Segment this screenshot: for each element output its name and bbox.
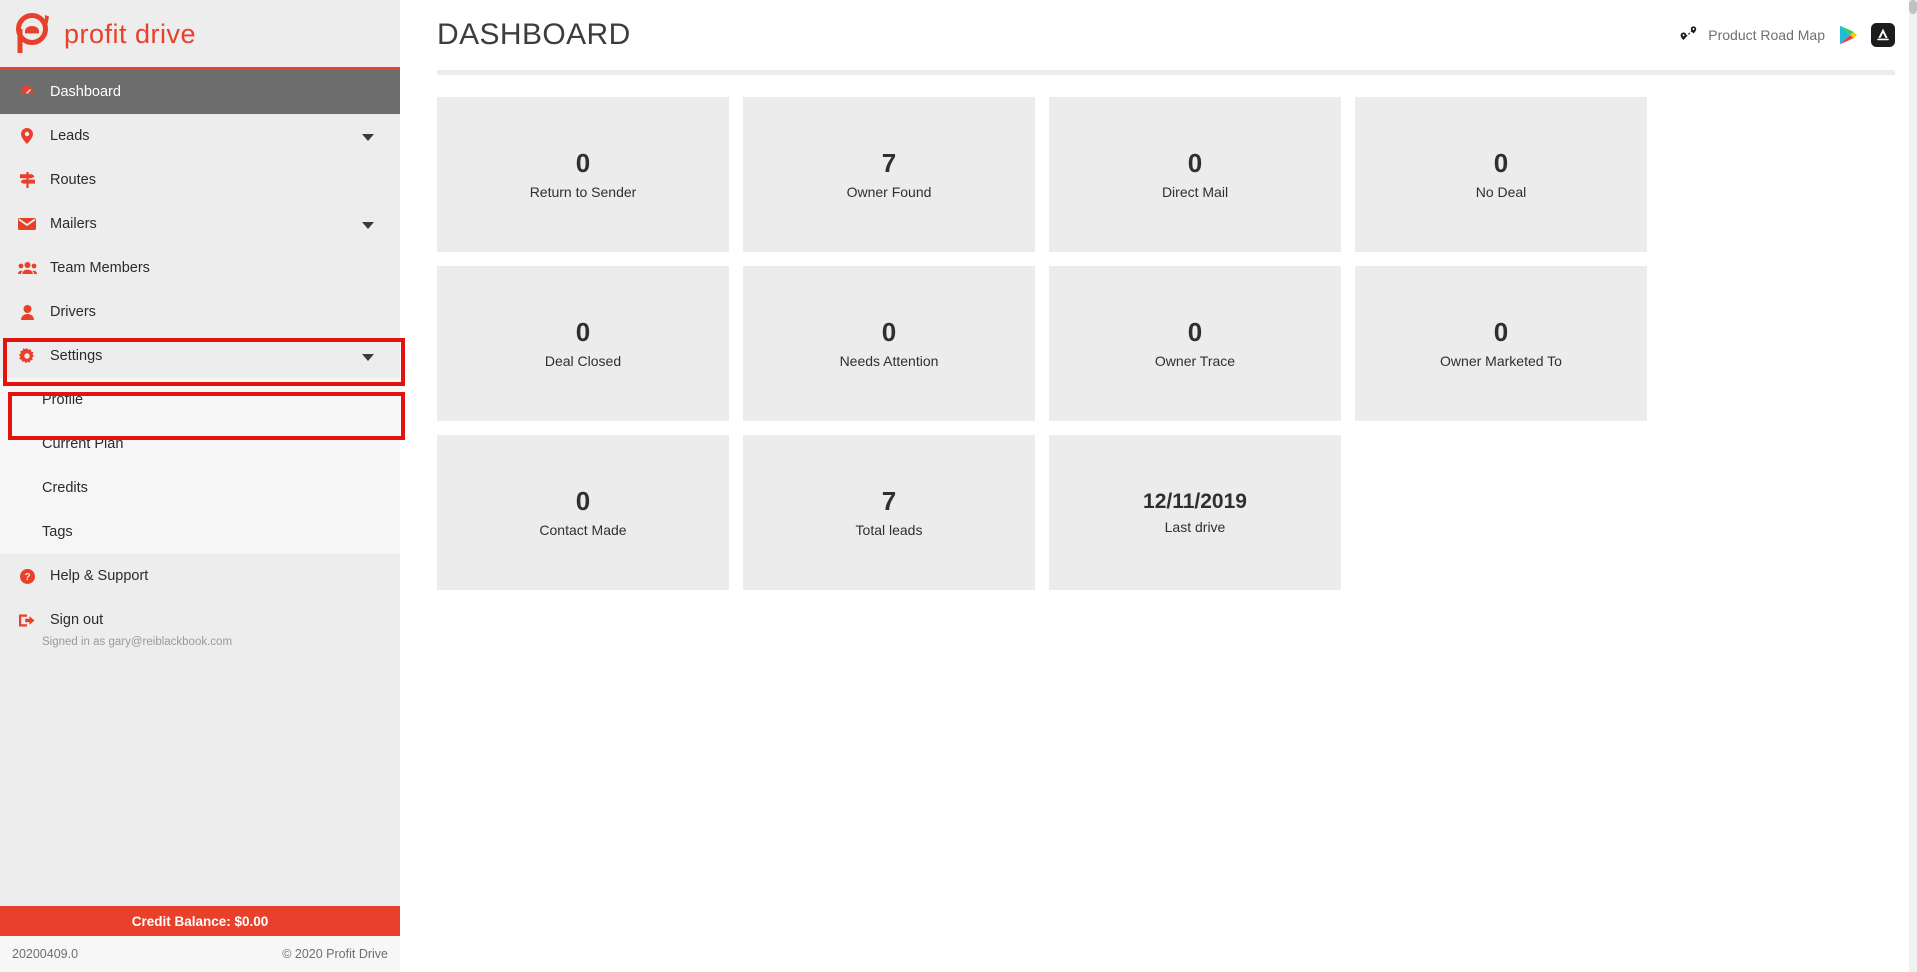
submenu-item-profile[interactable]: Profile xyxy=(0,378,400,422)
dashboard-stat-cards: 0 Return to Sender 7 Owner Found 0 Direc… xyxy=(400,75,1917,590)
sidebar-item-label: Sign out xyxy=(50,611,104,628)
submenu-item-label: Profile xyxy=(42,392,84,408)
submenu-item-label: Tags xyxy=(42,524,73,540)
sidebar-nav: Dashboard Leads Routes Mailers Team Memb… xyxy=(0,70,400,656)
app-version: 20200409.0 xyxy=(12,947,79,961)
page-title: DASHBOARD xyxy=(437,18,631,51)
chevron-down-icon[interactable] xyxy=(362,354,374,361)
user-icon xyxy=(16,304,38,320)
submenu-item-label: Credits xyxy=(42,480,88,496)
profit-drive-logo-icon xyxy=(14,12,58,56)
sidebar-item-label: Leads xyxy=(50,127,90,144)
page-scrollbar[interactable] xyxy=(1909,0,1917,972)
submenu-item-tags[interactable]: Tags xyxy=(0,510,400,554)
sidebar-item-team-members[interactable]: Team Members xyxy=(0,246,400,290)
stat-label: Contact Made xyxy=(539,521,627,538)
sidebar-item-label: Drivers xyxy=(50,303,96,320)
route-pins-icon xyxy=(1679,25,1699,45)
sidebar-item-settings[interactable]: Settings xyxy=(0,334,400,378)
sidebar-item-label: Dashboard xyxy=(50,83,121,100)
sidebar-item-help-support[interactable]: ? Help & Support xyxy=(0,554,400,598)
sidebar-item-label: Mailers xyxy=(50,215,97,232)
stat-card-owner-found[interactable]: 7 Owner Found xyxy=(743,97,1035,252)
sidebar-item-label: Settings xyxy=(50,347,103,364)
submenu-item-label: Current Plan xyxy=(42,436,124,452)
sidebar: profit drive Dashboard Leads Routes Mail… xyxy=(0,0,405,972)
stat-card-return-to-sender[interactable]: 0 Return to Sender xyxy=(437,97,729,252)
gear-icon xyxy=(16,348,38,364)
product-road-map-link[interactable]: Product Road Map xyxy=(1679,25,1825,45)
stat-value: 0 xyxy=(881,317,897,348)
sidebar-item-label: Routes xyxy=(50,171,96,188)
stat-card-contact-made[interactable]: 0 Contact Made xyxy=(437,435,729,590)
stat-value: 0 xyxy=(575,148,591,179)
stat-label: Owner Trace xyxy=(1154,352,1236,369)
topbar-actions: Product Road Map xyxy=(1679,23,1895,47)
svg-text:profit drive: profit drive xyxy=(64,19,196,49)
stat-label: Owner Found xyxy=(846,183,932,200)
stat-value: 0 xyxy=(1493,148,1509,179)
stat-card-last-drive[interactable]: 12/11/2019 Last drive xyxy=(1049,435,1341,590)
sidebar-item-leads[interactable]: Leads xyxy=(0,114,400,158)
stat-value: 0 xyxy=(575,317,591,348)
stat-label: Owner Marketed To xyxy=(1440,352,1562,369)
chevron-down-icon[interactable] xyxy=(362,222,374,229)
google-play-icon[interactable] xyxy=(1836,23,1860,47)
signpost-icon xyxy=(16,172,38,188)
stat-value: 0 xyxy=(1493,317,1509,348)
stat-card-total-leads[interactable]: 7 Total leads xyxy=(743,435,1035,590)
credit-balance-bar[interactable]: Credit Balance: $0.00 xyxy=(0,906,400,936)
sidebar-item-routes[interactable]: Routes xyxy=(0,158,400,202)
stat-label: No Deal xyxy=(1475,183,1527,200)
settings-submenu: Profile Current Plan Credits Tags xyxy=(0,378,400,554)
stat-value: 7 xyxy=(881,486,897,517)
svg-text:?: ? xyxy=(24,572,30,583)
stat-label: Deal Closed xyxy=(544,352,622,369)
stat-label: Last drive xyxy=(1164,519,1226,536)
sidebar-item-drivers[interactable]: Drivers xyxy=(0,290,400,334)
brand-wordmark: profit drive xyxy=(64,17,284,51)
users-group-icon xyxy=(16,261,38,275)
stat-card-deal-closed[interactable]: 0 Deal Closed xyxy=(437,266,729,421)
sidebar-item-label: Help & Support xyxy=(50,567,149,584)
map-pin-icon xyxy=(16,128,38,144)
stat-label: Direct Mail xyxy=(1161,183,1229,200)
product-road-map-label: Product Road Map xyxy=(1708,27,1825,43)
sidebar-footer: 20200409.0 © 2020 Profit Drive xyxy=(0,936,400,972)
stat-label: Total leads xyxy=(855,521,923,538)
stat-card-owner-trace[interactable]: 0 Owner Trace xyxy=(1049,266,1341,421)
sidebar-item-dashboard[interactable]: Dashboard xyxy=(0,70,400,114)
stat-card-needs-attention[interactable]: 0 Needs Attention xyxy=(743,266,1035,421)
chevron-down-icon[interactable] xyxy=(362,134,374,141)
stat-value: 0 xyxy=(1187,148,1203,179)
stat-value: 7 xyxy=(881,148,897,179)
main-content: DASHBOARD Product Road Map 0 Return to S… xyxy=(400,0,1917,972)
app-root: profit drive Dashboard Leads Routes Mail… xyxy=(0,0,1917,972)
copyright-text: © 2020 Profit Drive xyxy=(282,947,388,961)
stat-value: 0 xyxy=(1187,317,1203,348)
brand-header[interactable]: profit drive xyxy=(0,0,400,70)
question-circle-icon: ? xyxy=(16,568,38,584)
stat-card-owner-marketed-to[interactable]: 0 Owner Marketed To xyxy=(1355,266,1647,421)
sidebar-item-label: Team Members xyxy=(50,259,150,276)
envelope-icon xyxy=(16,217,38,231)
topbar: DASHBOARD Product Road Map xyxy=(400,0,1917,70)
sign-out-icon xyxy=(16,613,38,628)
dashboard-gauge-icon xyxy=(16,84,38,100)
sidebar-item-mailers[interactable]: Mailers xyxy=(0,202,400,246)
page-scrollbar-thumb[interactable] xyxy=(1909,0,1917,14)
submenu-item-current-plan[interactable]: Current Plan xyxy=(0,422,400,466)
stat-value: 0 xyxy=(575,486,591,517)
sidebar-item-sign-out[interactable]: Sign out xyxy=(0,598,400,642)
submenu-item-credits[interactable]: Credits xyxy=(0,466,400,510)
stat-value: 12/11/2019 xyxy=(1143,489,1247,513)
stat-card-no-deal[interactable]: 0 No Deal xyxy=(1355,97,1647,252)
apple-app-store-icon[interactable] xyxy=(1871,23,1895,47)
stat-label: Needs Attention xyxy=(839,352,939,369)
stat-label: Return to Sender xyxy=(529,183,637,200)
stat-card-direct-mail[interactable]: 0 Direct Mail xyxy=(1049,97,1341,252)
